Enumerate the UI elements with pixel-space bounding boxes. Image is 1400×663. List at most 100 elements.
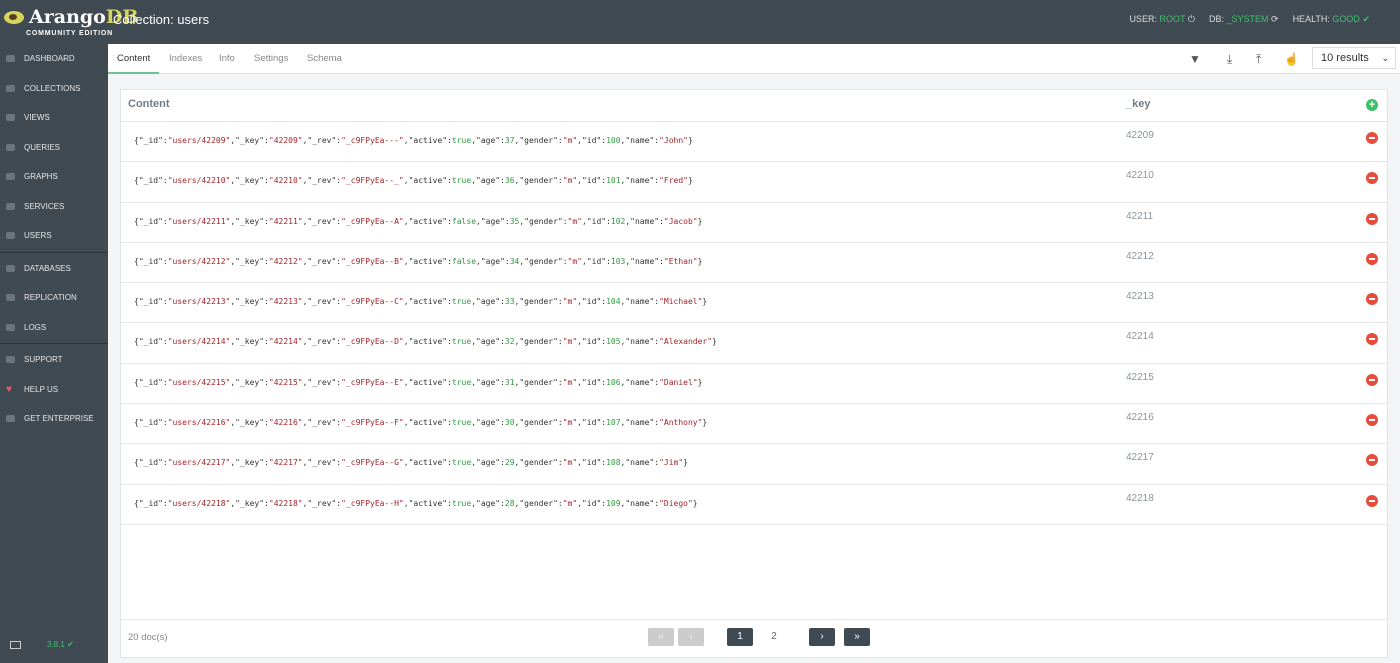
sidebar-item-get-enterprise[interactable]: GET ENTERPRISE — [0, 404, 108, 434]
document-content[interactable]: {"_id":"users/42217","_key":"42217","_re… — [134, 458, 688, 467]
tab-schema[interactable]: Schema — [298, 44, 351, 74]
document-content[interactable]: {"_id":"users/42215","_key":"42215","_re… — [134, 378, 702, 387]
delete-document-button[interactable] — [1366, 132, 1378, 144]
table-row[interactable]: {"_id":"users/42216","_key":"42216","_re… — [121, 404, 1387, 445]
document-content[interactable]: {"_id":"users/42214","_key":"42214","_re… — [134, 337, 717, 346]
document-key: 42211 — [1126, 210, 1154, 222]
results-per-page-select[interactable]: 10 results ⌄ — [1312, 47, 1396, 69]
document-key: 42216 — [1126, 412, 1154, 424]
document-key: 42215 — [1126, 371, 1154, 383]
services-icon — [6, 202, 15, 210]
sidebar-item-collections[interactable]: COLLECTIONS — [0, 74, 108, 104]
table-row[interactable]: {"_id":"users/42214","_key":"42214","_re… — [121, 323, 1387, 364]
document-key: 42209 — [1126, 130, 1154, 141]
delete-document-button[interactable] — [1366, 454, 1378, 467]
views-icon — [6, 114, 15, 122]
tab-content[interactable]: Content — [108, 44, 160, 74]
document-content[interactable]: {"_id":"users/42209","_key":"42209","_re… — [134, 136, 693, 145]
user-label: USER: — [1129, 14, 1157, 24]
tab-indexes[interactable]: Indexes — [160, 44, 211, 74]
document-content[interactable]: {"_id":"users/42213","_key":"42213","_re… — [134, 297, 707, 306]
table-row[interactable]: {"_id":"users/42209","_key":"42209","_re… — [121, 122, 1387, 163]
document-content[interactable]: {"_id":"users/42216","_key":"42216","_re… — [134, 418, 707, 427]
status-bar: USER: ROOT ⏻ DB: _SYSTEM ⟳ HEALTH: GOOD … — [1129, 14, 1370, 25]
keyboard-icon[interactable] — [10, 640, 21, 649]
db-label: DB: — [1208, 14, 1224, 24]
document-key: 42210 — [1126, 170, 1154, 182]
table-row[interactable]: {"_id":"users/42213","_key":"42213","_re… — [121, 283, 1387, 324]
document-key: 42218 — [1126, 492, 1154, 504]
sidebar-divider — [0, 343, 108, 344]
document-key: 42213 — [1126, 291, 1154, 303]
delete-document-button[interactable] — [1366, 293, 1378, 306]
sidebar-item-views[interactable]: VIEWS — [0, 103, 108, 133]
delete-document-button[interactable] — [1366, 373, 1378, 386]
download-icon[interactable]: ⤓ — [1227, 52, 1232, 67]
chevron-down-icon: ⌄ — [1381, 53, 1389, 63]
table-row[interactable]: {"_id":"users/42218","_key":"42218","_re… — [121, 485, 1387, 525]
document-content[interactable]: {"_id":"users/42212","_key":"42212","_re… — [134, 257, 702, 266]
delete-document-button[interactable] — [1366, 212, 1378, 225]
first-page-button[interactable]: « — [648, 628, 674, 646]
sidebar-item-dashboard[interactable]: DASHBOARD — [0, 44, 108, 74]
next-page-button[interactable]: › — [809, 628, 835, 646]
sidebar-item-replication[interactable]: REPLICATION — [0, 283, 108, 313]
sidebar-item-label: USERS — [24, 231, 52, 241]
table-row[interactable]: {"_id":"users/42212","_key":"42212","_re… — [121, 243, 1387, 284]
delete-document-button[interactable] — [1366, 494, 1378, 507]
sidebar-item-graphs[interactable]: GRAPHS — [0, 162, 108, 192]
sidebar: DASHBOARD COLLECTIONS VIEWS QUERIES GRAPHS SE… — [0, 44, 108, 663]
sidebar-item-services[interactable]: SERVICES — [0, 192, 108, 222]
document-content[interactable]: {"_id":"users/42211","_key":"42211","_re… — [134, 217, 702, 226]
delete-document-button[interactable] — [1366, 172, 1378, 185]
user-status[interactable]: USER: ROOT ⏻ — [1129, 14, 1195, 25]
document-content[interactable]: {"_id":"users/42210","_key":"42210","_re… — [134, 176, 693, 185]
tab-bar: ▼ ⤓ ⤒ ☝ Content Indexes Info Settings Schema — [108, 44, 1400, 74]
upload-icon[interactable]: ⤒ — [1256, 52, 1261, 67]
top-bar: ArangoDB COMMUNITY EDITION Collection: u… — [0, 0, 1400, 44]
page-2-button[interactable]: 2 — [761, 628, 787, 646]
power-icon[interactable]: ⏻ — [1188, 14, 1195, 24]
hand-pointer-icon[interactable]: ☝ — [1284, 52, 1299, 66]
tab-info[interactable]: Info — [210, 44, 244, 74]
sidebar-item-users[interactable]: USERS — [0, 221, 108, 251]
sidebar-item-label: HELP US — [24, 384, 59, 394]
sidebar-item-logs[interactable]: LOGS — [0, 313, 108, 343]
delete-document-button[interactable] — [1366, 414, 1378, 427]
table-row[interactable]: {"_id":"users/42215","_key":"42215","_re… — [121, 364, 1387, 405]
table-row[interactable]: {"_id":"users/42217","_key":"42217","_re… — [121, 444, 1387, 485]
refresh-icon[interactable]: ⟳ — [1271, 14, 1279, 24]
edition-label: COMMUNITY EDITION — [26, 30, 113, 37]
table-row[interactable]: {"_id":"users/42210","_key":"42210","_re… — [121, 162, 1387, 203]
page-1-button[interactable]: 1 — [727, 628, 753, 646]
filter-icon[interactable]: ▼ — [1189, 52, 1201, 66]
prev-page-button[interactable]: ‹ — [678, 628, 704, 646]
tab-settings[interactable]: Settings — [245, 44, 297, 74]
sidebar-item-support[interactable]: SUPPORT — [0, 345, 108, 375]
add-document-button[interactable]: + — [1366, 99, 1378, 111]
delete-document-button[interactable] — [1366, 333, 1378, 346]
user-value: ROOT — [1159, 14, 1186, 24]
sidebar-item-label: SERVICES — [24, 201, 65, 211]
table-row[interactable]: {"_id":"users/42211","_key":"42211","_re… — [121, 203, 1387, 243]
sidebar-item-queries[interactable]: QUERIES — [0, 133, 108, 163]
graphs-icon — [6, 173, 15, 181]
results-value: 10 results — [1321, 52, 1369, 64]
check-circle-icon: ✔ — [1362, 14, 1370, 24]
last-page-button[interactable]: » — [844, 628, 870, 646]
db-value: _SYSTEM — [1226, 14, 1269, 24]
column-header-key: _key — [1126, 98, 1151, 110]
sidebar-item-label: LOGS — [24, 322, 47, 332]
document-key: 42212 — [1126, 250, 1154, 262]
sidebar-item-help-us[interactable]: ♥ HELP US — [0, 375, 108, 405]
version-info: 3.8.1 ✔ — [10, 640, 74, 649]
document-content[interactable]: {"_id":"users/42218","_key":"42218","_re… — [134, 499, 698, 508]
db-status[interactable]: DB: _SYSTEM ⟳ — [1209, 14, 1279, 25]
logs-icon — [6, 323, 15, 331]
heart-icon: ♥ — [6, 383, 12, 395]
page-title: Collection: users — [113, 12, 210, 27]
sidebar-item-databases[interactable]: DATABASES — [0, 254, 108, 284]
sidebar-item-label: QUERIES — [24, 142, 61, 152]
health-value: GOOD — [1332, 14, 1360, 24]
delete-document-button[interactable] — [1366, 252, 1378, 265]
